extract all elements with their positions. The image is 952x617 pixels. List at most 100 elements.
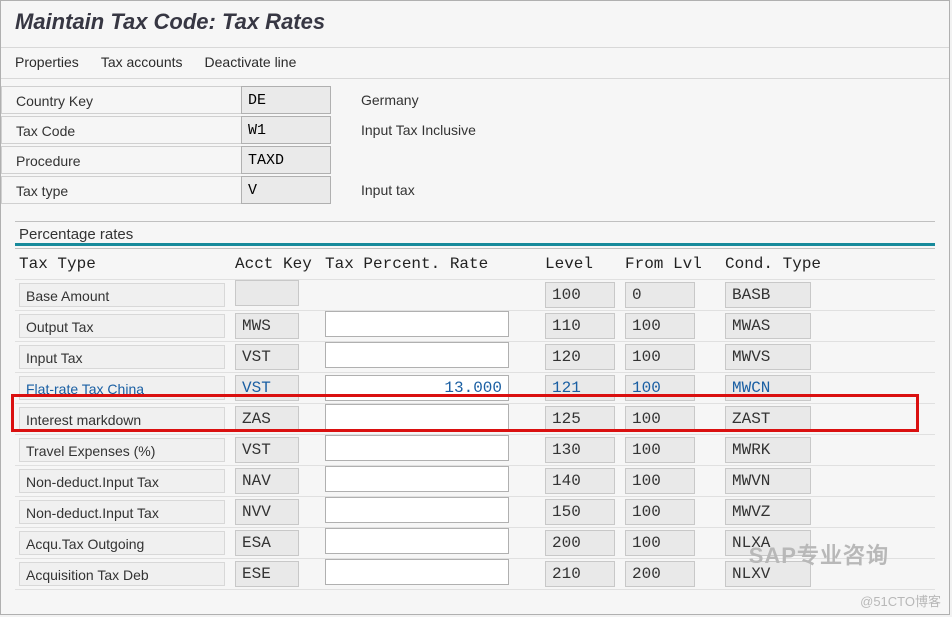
acct-key-cell: ESE [235,561,299,587]
level-cell: 120 [545,344,615,370]
acct-key-cell: ZAS [235,406,299,432]
tax-code-desc: Input Tax Inclusive [331,122,476,138]
cond-type-cell: MWRK [725,437,811,463]
tax-type-row: Tax type Input tax [1,175,949,205]
acct-key-cell: VST [235,437,299,463]
tax-type-label: Tax type [1,176,241,204]
tax-type-cell: Input Tax [19,345,225,369]
tax-type-cell: Flat-rate Tax China [19,376,225,400]
sap-window: Maintain Tax Code: Tax Rates Properties … [0,0,950,615]
tax-type-cell: Acqu.Tax Outgoing [19,531,225,555]
level-cell: 140 [545,468,615,494]
acct-key-cell: VST [235,344,299,370]
from-level-cell: 100 [625,406,695,432]
col-from-lvl: From Lvl [625,255,725,273]
acct-key-cell: NVV [235,499,299,525]
tax-type-input[interactable] [241,176,331,204]
cond-type-cell: BASB [725,282,811,308]
cond-type-cell: NLXA [725,530,811,556]
procedure-label: Procedure [1,146,241,174]
level-cell: 100 [545,282,615,308]
cond-type-cell: MWCN [725,375,811,401]
table-row[interactable]: Travel Expenses (%) VST 130 100 MWRK [15,435,935,466]
cond-type-cell: NLXV [725,561,811,587]
tax-percent-rate-input[interactable] [325,404,509,430]
from-level-cell: 200 [625,561,695,587]
tax-accounts-button[interactable]: Tax accounts [101,54,183,70]
from-level-cell: 100 [625,468,695,494]
tax-type-cell: Non-deduct.Input Tax [19,500,225,524]
table-row[interactable]: Acquisition Tax Deb ESE 210 200 NLXV [15,559,935,590]
from-level-cell: 100 [625,437,695,463]
level-cell: 150 [545,499,615,525]
tax-type-cell: Output Tax [19,314,225,338]
section-title: Percentage rates [15,222,935,246]
percentage-rates-section: Percentage rates Tax Type Acct Key Tax P… [15,221,935,590]
watermark-blog: @51CTO博客 [860,591,941,610]
tax-type-cell: Acquisition Tax Deb [19,562,225,586]
country-key-row: Country Key Germany [1,85,949,115]
table-row[interactable]: Interest markdown ZAS 125 100 ZAST [15,404,935,435]
cond-type-cell: MWVS [725,344,811,370]
table-row[interactable]: Output Tax MWS 110 100 MWAS [15,311,935,342]
cond-type-cell: MWAS [725,313,811,339]
tax-percent-rate-input[interactable] [325,435,509,461]
from-level-cell: 100 [625,530,695,556]
col-cond-type: Cond. Type [725,255,835,273]
table-row[interactable]: Input Tax VST 120 100 MWVS [15,342,935,373]
level-cell: 130 [545,437,615,463]
tax-percent-rate-input[interactable] [325,342,509,368]
deactivate-line-button[interactable]: Deactivate line [205,54,297,70]
procedure-row: Procedure [1,145,949,175]
tax-percent-rate-input[interactable] [325,528,509,554]
cond-type-cell: ZAST [725,406,811,432]
from-level-cell: 0 [625,282,695,308]
tax-percent-rate-input[interactable] [325,466,509,492]
tax-type-cell: Base Amount [19,283,225,307]
level-cell: 121 [545,375,615,401]
cond-type-cell: MWVZ [725,499,811,525]
page-title: Maintain Tax Code: Tax Rates [1,1,949,48]
tax-percent-rate-input[interactable]: 13.000 [325,375,509,401]
table-row[interactable]: Non-deduct.Input Tax NAV 140 100 MWVN [15,466,935,497]
properties-button[interactable]: Properties [15,54,79,70]
col-acct-key: Acct Key [235,255,325,273]
tax-type-cell: Non-deduct.Input Tax [19,469,225,493]
table-row[interactable]: Base Amount 100 0 BASB [15,280,935,311]
tax-percent-rate-input[interactable] [325,497,509,523]
acct-key-cell: MWS [235,313,299,339]
from-level-cell: 100 [625,344,695,370]
level-cell: 110 [545,313,615,339]
col-level: Level [545,255,625,273]
tax-type-cell: Interest markdown [19,407,225,431]
acct-key-cell: NAV [235,468,299,494]
tax-code-label: Tax Code [1,116,241,144]
toolbar: Properties Tax accounts Deactivate line [1,48,949,79]
acct-key-cell [235,280,299,306]
table-row[interactable]: Acqu.Tax Outgoing ESA 200 100 NLXA [15,528,935,559]
country-key-desc: Germany [331,92,419,108]
acct-key-cell: VST [235,375,299,401]
tax-percent-rate-input[interactable] [325,311,509,337]
procedure-input[interactable] [241,146,331,174]
cond-type-cell: MWVN [725,468,811,494]
tax-type-desc: Input tax [331,182,415,198]
from-level-cell: 100 [625,313,695,339]
grid-header-row: Tax Type Acct Key Tax Percent. Rate Leve… [15,249,935,280]
tax-percent-rate-input[interactable] [325,559,509,585]
col-rate: Tax Percent. Rate [325,255,545,273]
table-row[interactable]: Flat-rate Tax ChinaVST13.000121100MWCN [15,373,935,404]
tax-code-input[interactable] [241,116,331,144]
col-tax-type: Tax Type [15,255,235,273]
level-cell: 210 [545,561,615,587]
header-form: Country Key Germany Tax Code Input Tax I… [1,79,949,211]
tax-type-cell: Travel Expenses (%) [19,438,225,462]
tax-code-row: Tax Code Input Tax Inclusive [1,115,949,145]
from-level-cell: 100 [625,499,695,525]
level-cell: 125 [545,406,615,432]
acct-key-cell: ESA [235,530,299,556]
level-cell: 200 [545,530,615,556]
country-key-input[interactable] [241,86,331,114]
table-row[interactable]: Non-deduct.Input Tax NVV 150 100 MWVZ [15,497,935,528]
rates-grid: Tax Type Acct Key Tax Percent. Rate Leve… [15,248,935,590]
